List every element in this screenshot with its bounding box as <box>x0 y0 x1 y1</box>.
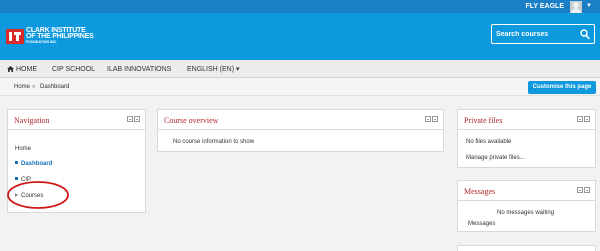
dock-icon[interactable] <box>577 187 583 193</box>
user-name[interactable]: FLY EAGLE <box>525 2 564 11</box>
breadcrumb-dashboard[interactable]: Dashboard <box>40 83 69 91</box>
logo-line-3: FOUNDATION INC. <box>26 40 58 44</box>
nav-ilab-innovations[interactable]: ILAB INNOVATIONS <box>107 65 171 74</box>
nav-tree-courses-label: Courses <box>21 193 44 199</box>
next-block <box>457 245 596 251</box>
collapse-icon[interactable] <box>432 116 438 122</box>
nav-language-menu[interactable]: ENGLISH (EN) ▾ <box>187 65 240 74</box>
nav-cip-school[interactable]: CIP SCHOOL <box>52 65 95 74</box>
messages-controls <box>576 187 590 193</box>
navigation-block-controls <box>126 116 140 122</box>
institute-logo-icon <box>6 29 24 44</box>
nav-tree-cip-label: CIP <box>21 177 32 183</box>
course-overview-message: No course information to show <box>173 139 255 145</box>
collapse-icon[interactable] <box>584 116 590 122</box>
private-files-controls <box>576 116 590 122</box>
search-courses-box <box>491 24 595 44</box>
nav-tree-cip[interactable]: CIP <box>15 176 31 184</box>
nav-tree-courses[interactable]: Courses <box>15 192 43 200</box>
messages-header: Messages <box>458 181 595 201</box>
nav-tree-dashboard[interactable]: Dashboard <box>15 160 52 168</box>
messages-block: Messages No messages waiting Messages <box>457 180 596 232</box>
messages-none: No messages waiting <box>497 210 555 216</box>
dock-icon[interactable] <box>425 116 431 122</box>
nav-home-label: HOME <box>16 66 37 73</box>
home-icon <box>7 66 14 72</box>
nav-home[interactable]: HOME <box>7 65 37 74</box>
private-files-title: Private files <box>464 116 503 125</box>
institute-logo-text[interactable]: CLARK INSTITUTE OF THE PHILIPPINES FOUND… <box>26 27 94 45</box>
course-overview-controls <box>424 116 438 122</box>
search-courses-input[interactable] <box>496 30 576 39</box>
expand-arrow-icon <box>15 193 18 197</box>
top-bar: FLY EAGLE ▼ <box>0 0 600 13</box>
dock-icon[interactable] <box>577 116 583 122</box>
private-files-header: Private files <box>458 110 595 130</box>
search-icon[interactable] <box>580 29 590 40</box>
user-avatar-icon[interactable] <box>570 1 582 13</box>
navigation-block: Navigation Home Dashboard CIP Courses <box>7 109 146 213</box>
nav-tree-home[interactable]: Home <box>15 145 31 153</box>
course-overview-title: Course overview <box>164 116 219 125</box>
course-overview-header: Course overview <box>158 110 443 130</box>
collapse-icon[interactable] <box>584 187 590 193</box>
messages-link[interactable]: Messages <box>468 220 495 228</box>
collapse-icon[interactable] <box>134 116 140 122</box>
user-menu-caret-icon[interactable]: ▼ <box>586 3 592 10</box>
private-files-empty: No files available <box>466 139 512 145</box>
main-nav-bar: HOME CIP SCHOOL ILAB INNOVATIONS ENGLISH… <box>0 60 600 78</box>
navigation-block-header: Navigation <box>8 110 145 130</box>
course-overview-block: Course overview No course information to… <box>157 109 444 152</box>
bullet-icon <box>15 177 18 180</box>
breadcrumb-separator: » <box>32 84 36 90</box>
private-files-block: Private files No files available Manage … <box>457 109 596 168</box>
customise-page-button[interactable]: Customise this page <box>528 81 596 94</box>
breadcrumb-home[interactable]: Home <box>14 83 30 91</box>
manage-private-files-link[interactable]: Manage private files... <box>466 154 525 162</box>
bullet-icon <box>15 161 18 164</box>
breadcrumb: Home » Dashboard <box>0 78 600 96</box>
navigation-block-title: Navigation <box>14 116 50 125</box>
nav-tree-dashboard-label: Dashboard <box>21 161 53 167</box>
dock-icon[interactable] <box>127 116 133 122</box>
messages-title: Messages <box>464 187 496 196</box>
